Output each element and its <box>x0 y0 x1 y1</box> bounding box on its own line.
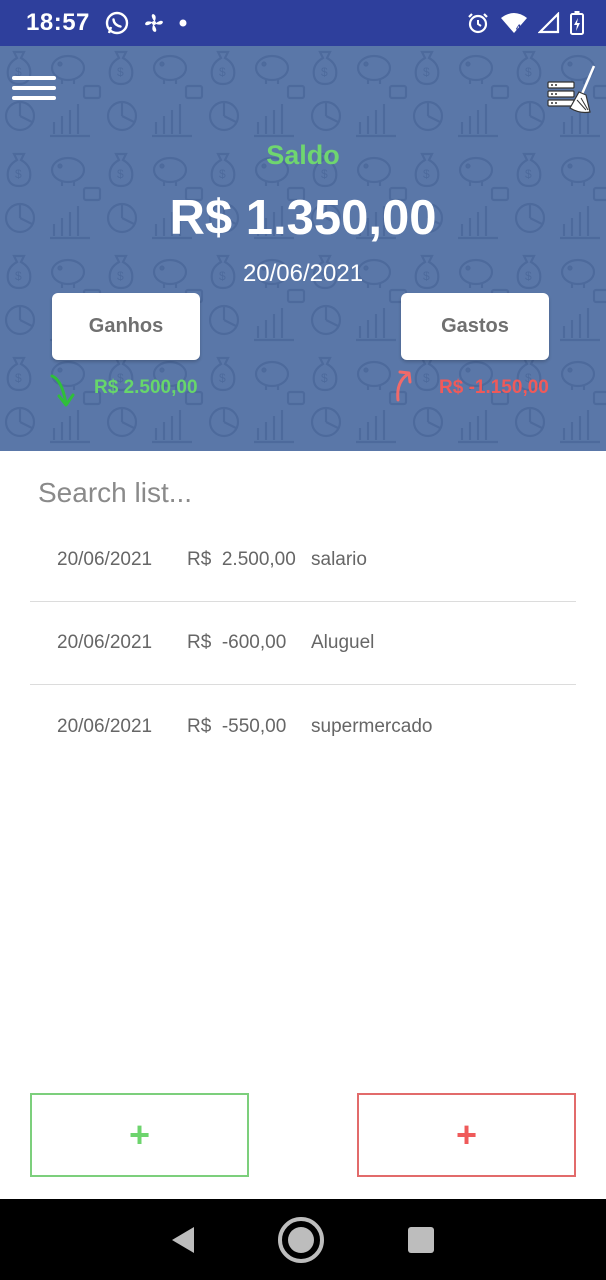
svg-text:4: 4 <box>516 23 521 33</box>
menu-button[interactable] <box>10 70 58 110</box>
battery-icon <box>570 11 584 35</box>
transaction-list: 20/06/2021 R$ 2.500,00 salario 20/06/202… <box>30 519 576 768</box>
whatsapp-icon <box>105 11 129 35</box>
search-input[interactable] <box>38 470 568 516</box>
balance-label: Saldo <box>266 140 340 170</box>
expense-total: R$ -1.150,00 <box>439 377 549 398</box>
status-time: 18:57 <box>26 9 90 36</box>
status-bar: 18:57 4 <box>0 0 606 46</box>
broom-list-icon <box>547 65 596 114</box>
add-expense-button[interactable]: + <box>357 1093 576 1177</box>
fan-icon <box>144 14 163 32</box>
status-system-icons: 4 <box>466 11 584 35</box>
transaction-description: salario <box>311 549 367 570</box>
dot-icon <box>179 19 187 27</box>
transaction-amount: R$ 2.500,00 <box>187 549 296 570</box>
transaction-description: supermercado <box>311 715 433 737</box>
balance-amount: R$ 1.350,00 <box>169 191 437 245</box>
list-item[interactable]: 20/06/2021 R$ -600,00 Aluguel <box>30 602 576 685</box>
app-screen: 18:57 4 Saldo R$ 1.350,00 20/06/2021 Gan… <box>0 0 606 1280</box>
hamburger-icon-line <box>12 76 56 80</box>
signal-icon <box>538 12 560 34</box>
recents-icon[interactable] <box>408 1226 434 1253</box>
back-icon[interactable] <box>172 1226 194 1253</box>
hamburger-icon-line <box>12 96 56 100</box>
gastos-button[interactable]: Gastos <box>401 293 549 360</box>
hamburger-icon-line <box>12 86 56 90</box>
ganhos-button[interactable]: Ganhos <box>52 293 200 360</box>
transaction-date: 20/06/2021 <box>57 549 153 570</box>
expense-arrow-icon <box>396 370 412 402</box>
transaction-amount: R$ -550,00 <box>187 715 287 737</box>
list-item[interactable]: 20/06/2021 R$ -550,00 supermercado <box>30 685 576 768</box>
clear-list-button[interactable] <box>546 64 598 116</box>
status-notification-icons <box>104 10 188 36</box>
transaction-description: Aluguel <box>311 632 375 653</box>
home-icon-inner <box>288 1226 314 1253</box>
add-income-button[interactable]: + <box>30 1093 249 1177</box>
transaction-amount: R$ -600,00 <box>187 632 287 653</box>
home-icon[interactable] <box>278 1216 324 1263</box>
income-total: R$ 2.500,00 <box>94 377 198 398</box>
navigation-bar <box>0 1199 606 1280</box>
income-arrow-icon <box>50 374 75 407</box>
balance-header: $ <box>0 46 606 451</box>
transaction-date: 20/06/2021 <box>57 715 153 737</box>
alarm-icon <box>468 13 488 34</box>
transaction-date: 20/06/2021 <box>57 632 153 653</box>
balance-date: 20/06/2021 <box>242 260 364 287</box>
wifi-icon: 4 <box>501 13 527 33</box>
list-item[interactable]: 20/06/2021 R$ 2.500,00 salario <box>30 519 576 602</box>
